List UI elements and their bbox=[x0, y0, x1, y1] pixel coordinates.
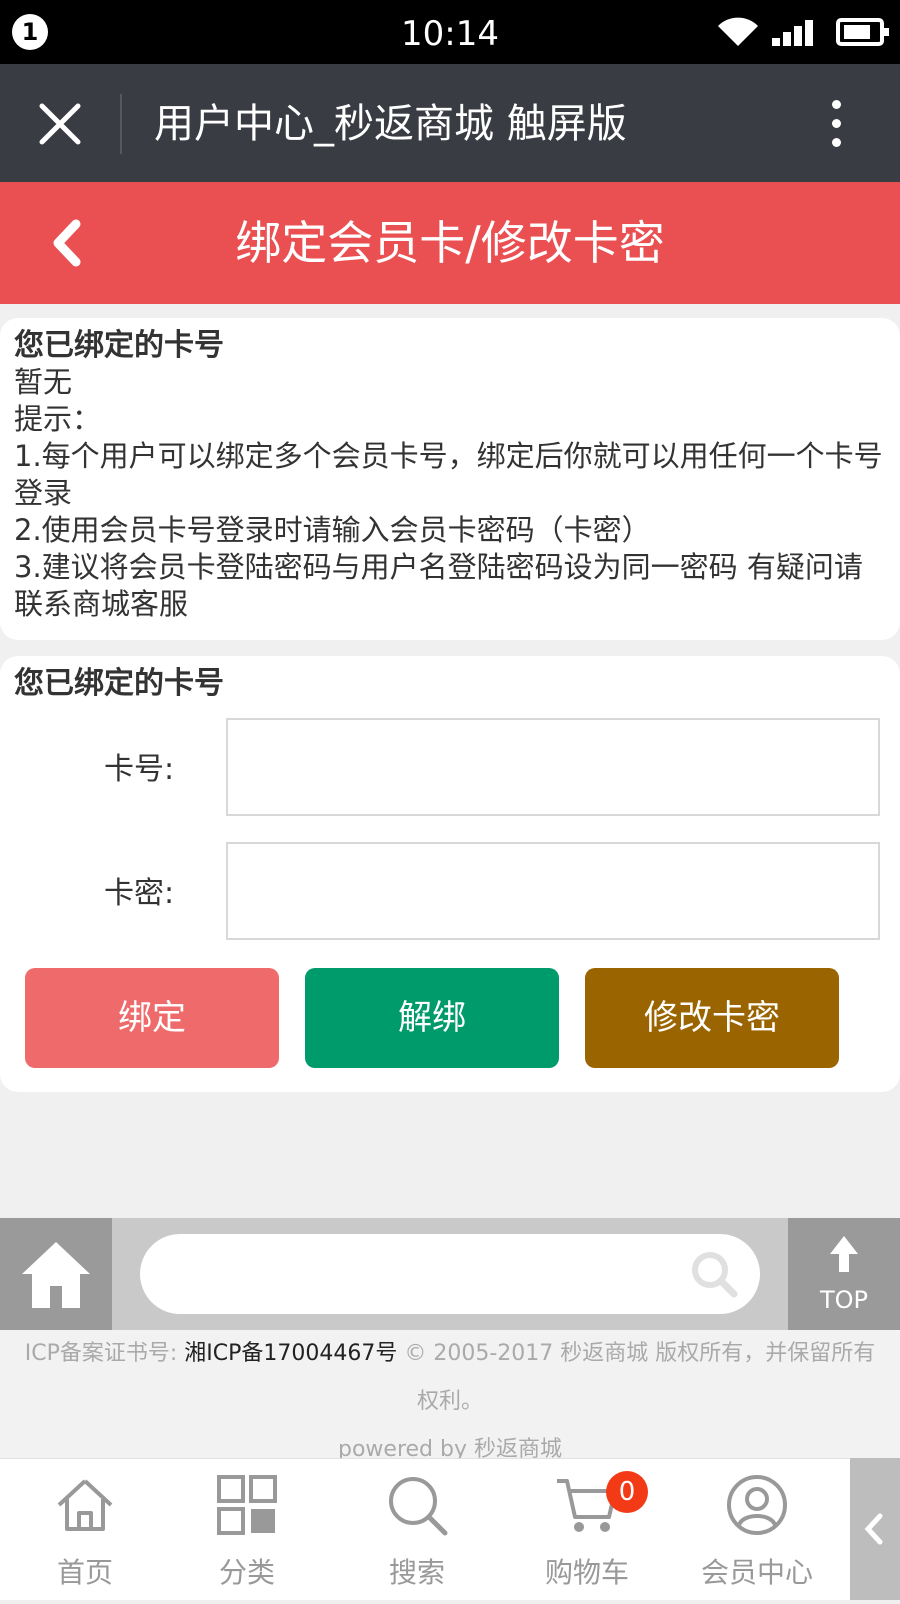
status-time: 10:14 bbox=[401, 14, 499, 54]
tab-search[interactable]: 搜索 bbox=[332, 1459, 502, 1601]
browser-title: 用户中心_秒返商城 触屏版 bbox=[154, 101, 627, 147]
tab-home[interactable]: 首页 bbox=[0, 1459, 170, 1601]
card-number-input[interactable] bbox=[226, 718, 880, 816]
chevron-left-icon bbox=[864, 1513, 883, 1545]
cart-count-badge: 0 bbox=[606, 1471, 648, 1513]
tab-label: 首页 bbox=[56, 1556, 113, 1589]
more-vertical-icon[interactable] bbox=[826, 100, 846, 150]
search-input[interactable] bbox=[140, 1234, 760, 1314]
browser-toolbar: 用户中心_秒返商城 触屏版 bbox=[0, 64, 900, 182]
card-password-input[interactable] bbox=[226, 842, 880, 940]
tab-cart[interactable]: 0 购物车 bbox=[502, 1459, 672, 1601]
signal-icon bbox=[772, 20, 813, 46]
card-password-label: 卡密: bbox=[104, 876, 175, 911]
tip-item: 2.使用会员卡号登录时请输入会员卡密码（卡密） bbox=[14, 513, 651, 547]
tab-label: 会员中心 bbox=[700, 1556, 813, 1589]
side-panel-toggle[interactable] bbox=[850, 1458, 900, 1600]
toolbar-divider bbox=[120, 94, 122, 154]
footer-info: ICP备案证书号: 湘ICP备17004467号 © 2005-2017 秒返商… bbox=[0, 1330, 900, 1458]
card-number-label: 卡号: bbox=[104, 752, 175, 787]
home-button[interactable] bbox=[0, 1218, 112, 1330]
tab-label: 购物车 bbox=[544, 1556, 629, 1589]
tab-category[interactable]: 分类 bbox=[162, 1459, 332, 1601]
status-bar: 1 10:14 bbox=[0, 0, 900, 64]
bottom-tab-bar: 首页 分类 搜索 0 购物车 会员中心 bbox=[0, 1458, 900, 1600]
copyright-text: © 2005-2017 秒返商城 版权所有，并保留所有权利。 bbox=[404, 1341, 876, 1414]
tips-title: 提示： bbox=[14, 402, 102, 436]
top-label: TOP bbox=[819, 1286, 869, 1314]
form-heading: 您已绑定的卡号 bbox=[14, 666, 224, 701]
bound-cards-heading: 您已绑定的卡号 bbox=[14, 328, 224, 363]
icp-number-link[interactable]: 湘ICP备17004467号 bbox=[184, 1341, 397, 1366]
grid-icon bbox=[217, 1475, 277, 1535]
tip-item: 3.建议将会员卡登陆密码与用户名登陆密码设为同一密码 有疑问请联系商城客服 bbox=[14, 550, 863, 621]
unbind-button[interactable]: 解绑 bbox=[305, 968, 559, 1068]
tab-label: 搜索 bbox=[388, 1556, 445, 1589]
page-header: 绑定会员卡/修改卡密 bbox=[0, 182, 900, 304]
wifi-icon bbox=[718, 17, 758, 46]
arrow-up-icon bbox=[830, 1236, 858, 1272]
bind-button[interactable]: 绑定 bbox=[25, 968, 279, 1068]
bottom-search-bar: TOP bbox=[0, 1218, 900, 1330]
home-icon bbox=[22, 1242, 90, 1308]
bound-cards-section: 您已绑定的卡号 暂无 提示： 1.每个用户可以绑定多个会员卡号，绑定后你就可以用… bbox=[0, 318, 900, 640]
tip-item: 1.每个用户可以绑定多个会员卡号，绑定后你就可以用任何一个卡号登录 bbox=[14, 439, 883, 510]
page-title: 绑定会员卡/修改卡密 bbox=[235, 216, 665, 270]
home-icon bbox=[57, 1479, 113, 1531]
powered-by-text: powered by 秒返商城 bbox=[338, 1437, 562, 1458]
tab-member-center[interactable]: 会员中心 bbox=[672, 1459, 842, 1601]
close-icon[interactable] bbox=[30, 94, 90, 154]
back-to-top-button[interactable]: TOP bbox=[788, 1218, 900, 1330]
tab-label: 分类 bbox=[218, 1556, 275, 1589]
bound-cards-value: 暂无 bbox=[14, 365, 73, 399]
search-icon[interactable] bbox=[690, 1250, 738, 1298]
battery-icon bbox=[836, 18, 889, 46]
user-icon bbox=[727, 1475, 787, 1535]
icp-prefix: ICP备案证书号: bbox=[24, 1341, 178, 1366]
search-icon bbox=[389, 1477, 448, 1536]
change-password-button[interactable]: 修改卡密 bbox=[585, 968, 839, 1068]
